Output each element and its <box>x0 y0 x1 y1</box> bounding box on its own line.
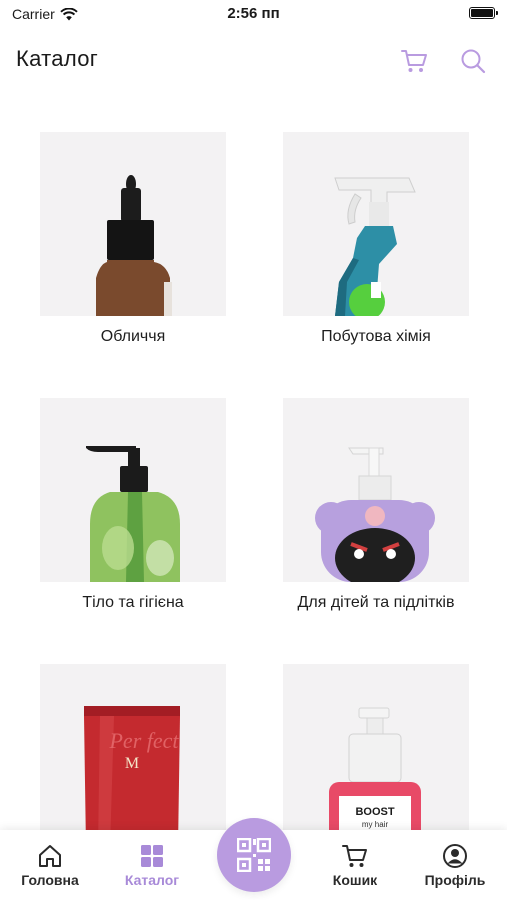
page-title: Каталог <box>16 46 99 71</box>
category-image-household <box>283 132 469 316</box>
tab-label: Кошик <box>332 872 378 888</box>
tab-label: Каталог <box>124 872 180 888</box>
shampoo-bottle-image: BOOST my hair <box>329 707 421 848</box>
cart-icon <box>342 845 367 867</box>
tab-label: Профіль <box>424 872 486 888</box>
bottle-name-text: BOOST <box>355 806 394 818</box>
header: Каталог <box>0 38 507 82</box>
serum-dropper-image <box>96 175 172 316</box>
battery-icon <box>469 7 498 19</box>
profile-icon <box>443 844 467 868</box>
category-card-5[interactable]: M Per fect <box>40 664 226 848</box>
category-card-face[interactable]: Обличчя <box>40 132 226 346</box>
category-label: Для дітей та підлітків <box>297 594 455 611</box>
cream-tube-image: M Per fect <box>84 706 180 848</box>
tab-home[interactable]: Головна <box>0 830 100 900</box>
category-card-body[interactable]: Тіло та гігієна <box>40 398 226 612</box>
category-image-body <box>40 398 226 582</box>
category-card-kids[interactable]: Для дітей та підлітків <box>283 398 469 612</box>
tab-label: Головна <box>21 872 79 888</box>
pump-bottle-image <box>86 446 180 582</box>
category-label: Тіло та гігієна <box>82 594 184 611</box>
cart-icon[interactable] <box>399 46 429 76</box>
search-icon[interactable] <box>458 46 488 76</box>
tab-cart[interactable]: Кошик <box>305 830 405 900</box>
category-image-6: BOOST my hair <box>283 664 469 848</box>
spray-bottle-image <box>334 177 416 316</box>
category-image-face <box>40 132 226 316</box>
status-bar: Carrier 2:56 пп <box>0 0 507 28</box>
tube-brand-text: M <box>125 755 139 772</box>
category-image-5: M Per fect <box>40 664 226 848</box>
category-label: Обличчя <box>100 328 166 345</box>
category-label: Побутова хімія <box>321 328 431 345</box>
grid-icon <box>141 845 163 867</box>
bottle-sub-text: my hair <box>362 820 389 829</box>
category-image-kids <box>283 398 469 582</box>
home-icon <box>39 845 61 867</box>
qr-scan-button[interactable] <box>217 818 291 892</box>
tab-catalog[interactable]: Каталог <box>102 830 202 900</box>
tab-profile[interactable]: Профіль <box>405 830 505 900</box>
category-card-6[interactable]: BOOST my hair <box>283 664 469 848</box>
kids-bottle-image <box>315 447 435 582</box>
status-time: 2:56 пп <box>227 5 280 22</box>
category-card-household[interactable]: Побутова хімія <box>283 132 469 346</box>
qr-icon <box>237 838 271 872</box>
tube-name-text: Per fect <box>108 728 179 753</box>
